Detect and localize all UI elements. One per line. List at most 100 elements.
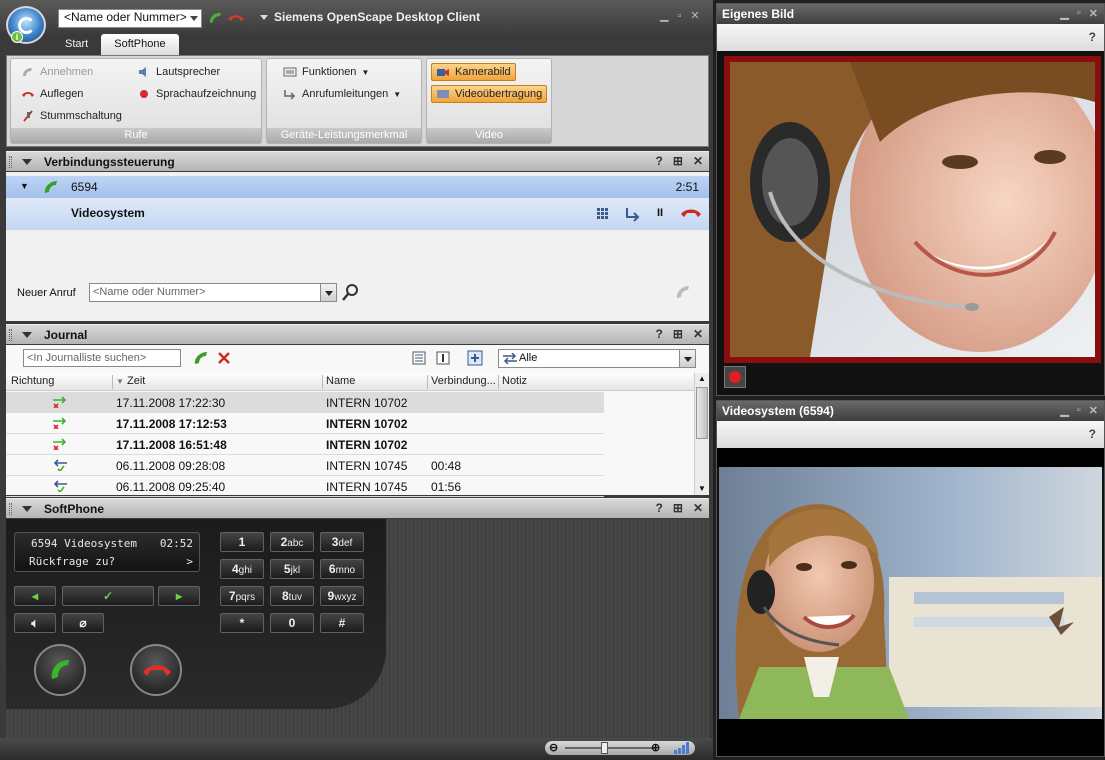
table-row[interactable]: 17.11.2008 17:12:53 INTERN 10702	[6, 413, 604, 434]
column-duration[interactable]: Verbindung...	[427, 375, 496, 389]
dial-key[interactable]: 6mno	[320, 559, 364, 579]
dial-key[interactable]: 5jkl	[270, 559, 314, 579]
drag-grip-icon[interactable]	[9, 156, 12, 168]
journal-search-input[interactable]: <In Journalliste suchen>	[23, 349, 181, 367]
expand-caret-icon[interactable]: ▼	[20, 181, 29, 191]
dial-key[interactable]: *	[220, 613, 264, 633]
scroll-up-icon[interactable]: ▲	[698, 374, 706, 383]
dial-key[interactable]: #	[320, 613, 364, 633]
close-icon[interactable]: ✕	[1089, 404, 1098, 417]
dial-handset-icon[interactable]	[674, 284, 692, 300]
connection-panel-header[interactable]: Verbindungssteuerung ? ⊞ ✕	[6, 151, 709, 171]
journal-panel-header[interactable]: Journal ? ⊞ ✕	[6, 324, 709, 344]
menu-chevron-icon[interactable]	[260, 15, 268, 21]
display-next-arrow[interactable]: >	[186, 555, 193, 568]
dial-key[interactable]: 8tuv	[270, 586, 314, 606]
close-icon[interactable]: ✕	[693, 154, 703, 168]
functions-dropdown[interactable]: Funktionen ▼	[283, 63, 369, 81]
help-icon[interactable]: ?	[656, 154, 663, 168]
video-transmission-toggle[interactable]: Videoübertragung	[431, 85, 548, 103]
help-icon[interactable]: ?	[1089, 30, 1096, 44]
float-icon[interactable]: ⊞	[673, 501, 683, 515]
new-call-input[interactable]: <Name oder Nummer>	[89, 283, 337, 302]
mute-button[interactable]: ⌀	[62, 613, 104, 633]
zoom-thumb[interactable]	[601, 742, 608, 754]
speaker-button[interactable]: Lautsprecher	[137, 63, 220, 81]
delete-icon[interactable]	[218, 352, 230, 364]
list-view-icon[interactable]	[412, 351, 426, 365]
column-note[interactable]: Notiz	[498, 375, 604, 389]
dial-key[interactable]: 2abc	[270, 532, 314, 552]
table-row[interactable]: 17.11.2008 16:51:48 INTERN 10702	[6, 434, 604, 455]
maximize-icon[interactable]: ▫	[1077, 7, 1081, 20]
mute-button[interactable]: Stummschaltung	[21, 107, 122, 125]
nav-ok-button[interactable]: ✓	[62, 586, 154, 606]
column-direction[interactable]: Richtung	[8, 375, 54, 389]
softphone-panel-header[interactable]: SoftPhone ? ⊞ ✕	[6, 498, 709, 518]
minimize-icon[interactable]: ▁	[1060, 404, 1068, 417]
collapse-caret-icon[interactable]	[22, 159, 32, 165]
dial-key[interactable]: 4ghi	[220, 559, 264, 579]
forwarding-dropdown[interactable]: Anrufumleitungen ▼	[283, 85, 401, 103]
collapse-caret-icon[interactable]	[22, 332, 32, 338]
speaker-button[interactable]: 🔈︎	[14, 613, 56, 633]
dialpad-icon[interactable]	[596, 207, 610, 221]
table-row[interactable]: 06.11.2008 09:25:40 INTERN 10745 01:56	[6, 476, 604, 497]
minimize-icon[interactable]: ▁	[660, 9, 668, 22]
stop-camera-button[interactable]	[724, 366, 746, 388]
call-back-handset-icon[interactable]	[192, 350, 210, 366]
drag-grip-icon[interactable]	[9, 503, 12, 515]
chevron-down-icon[interactable]	[679, 350, 695, 367]
detail-view-icon[interactable]	[436, 351, 450, 365]
zoom-slider[interactable]: ⊖ ⊕	[545, 741, 695, 755]
answer-call-button[interactable]	[34, 644, 86, 696]
close-icon[interactable]: ✕	[693, 327, 703, 341]
float-icon[interactable]: ⊞	[673, 154, 683, 168]
answer-button[interactable]: Annehmen	[21, 63, 93, 81]
hold-icon[interactable]: II	[657, 207, 663, 219]
chevron-down-icon[interactable]	[190, 16, 198, 21]
help-icon[interactable]: ?	[656, 501, 663, 515]
scroll-down-icon[interactable]: ▼	[698, 484, 706, 493]
record-button[interactable]: Sprachaufzeichnung	[137, 85, 256, 103]
nav-right-button[interactable]: ▸	[158, 586, 200, 606]
zoom-in-icon[interactable]: ⊕	[651, 741, 660, 754]
help-icon[interactable]: ?	[1089, 427, 1096, 441]
help-icon[interactable]: ?	[656, 327, 663, 341]
nav-left-button[interactable]: ◂	[14, 586, 56, 606]
close-icon[interactable]: ✕	[693, 501, 703, 515]
scroll-thumb[interactable]	[696, 387, 708, 439]
dial-key[interactable]: 3def	[320, 532, 364, 552]
dial-key[interactable]: 9wxyz	[320, 586, 364, 606]
quick-dial-combobox[interactable]: <Name oder Nummer>	[58, 9, 202, 28]
tab-start[interactable]: Start	[52, 34, 101, 55]
chevron-down-icon[interactable]	[320, 284, 336, 301]
minimize-icon[interactable]: ▁	[1060, 7, 1068, 20]
tab-softphone[interactable]: SoftPhone	[101, 34, 179, 55]
close-icon[interactable]: ✕	[690, 9, 699, 22]
zoom-out-icon[interactable]: ⊖	[549, 741, 558, 754]
table-row[interactable]: 17.11.2008 17:22:30 INTERN 10702	[6, 392, 604, 413]
journal-scrollbar[interactable]: ▲ ▼	[694, 373, 709, 495]
hangup-button[interactable]: Auflegen	[21, 85, 83, 103]
hangup-handset-icon[interactable]	[226, 10, 246, 26]
maximize-icon[interactable]: ▫	[677, 10, 681, 22]
collapse-caret-icon[interactable]	[22, 506, 32, 512]
call-party-row[interactable]: Videosystem II	[6, 198, 709, 230]
float-icon[interactable]: ⊞	[673, 327, 683, 341]
journal-filter-select[interactable]: Alle	[498, 349, 696, 368]
dial-key[interactable]: 7pqrs	[220, 586, 264, 606]
dial-key[interactable]: 1	[220, 532, 264, 552]
dial-key[interactable]: 0	[270, 613, 314, 633]
drag-grip-icon[interactable]	[9, 329, 12, 341]
add-entry-icon[interactable]	[467, 350, 483, 366]
search-icon[interactable]	[342, 283, 360, 301]
maximize-icon[interactable]: ▫	[1077, 404, 1081, 417]
hangup-icon[interactable]	[680, 207, 702, 219]
transfer-icon[interactable]	[624, 206, 642, 222]
camera-image-toggle[interactable]: Kamerabild	[431, 63, 516, 81]
answer-handset-icon[interactable]	[206, 10, 226, 26]
close-icon[interactable]: ✕	[1089, 7, 1098, 20]
table-row[interactable]: 06.11.2008 09:28:08 INTERN 10745 00:48	[6, 455, 604, 476]
end-call-button[interactable]	[130, 644, 182, 696]
